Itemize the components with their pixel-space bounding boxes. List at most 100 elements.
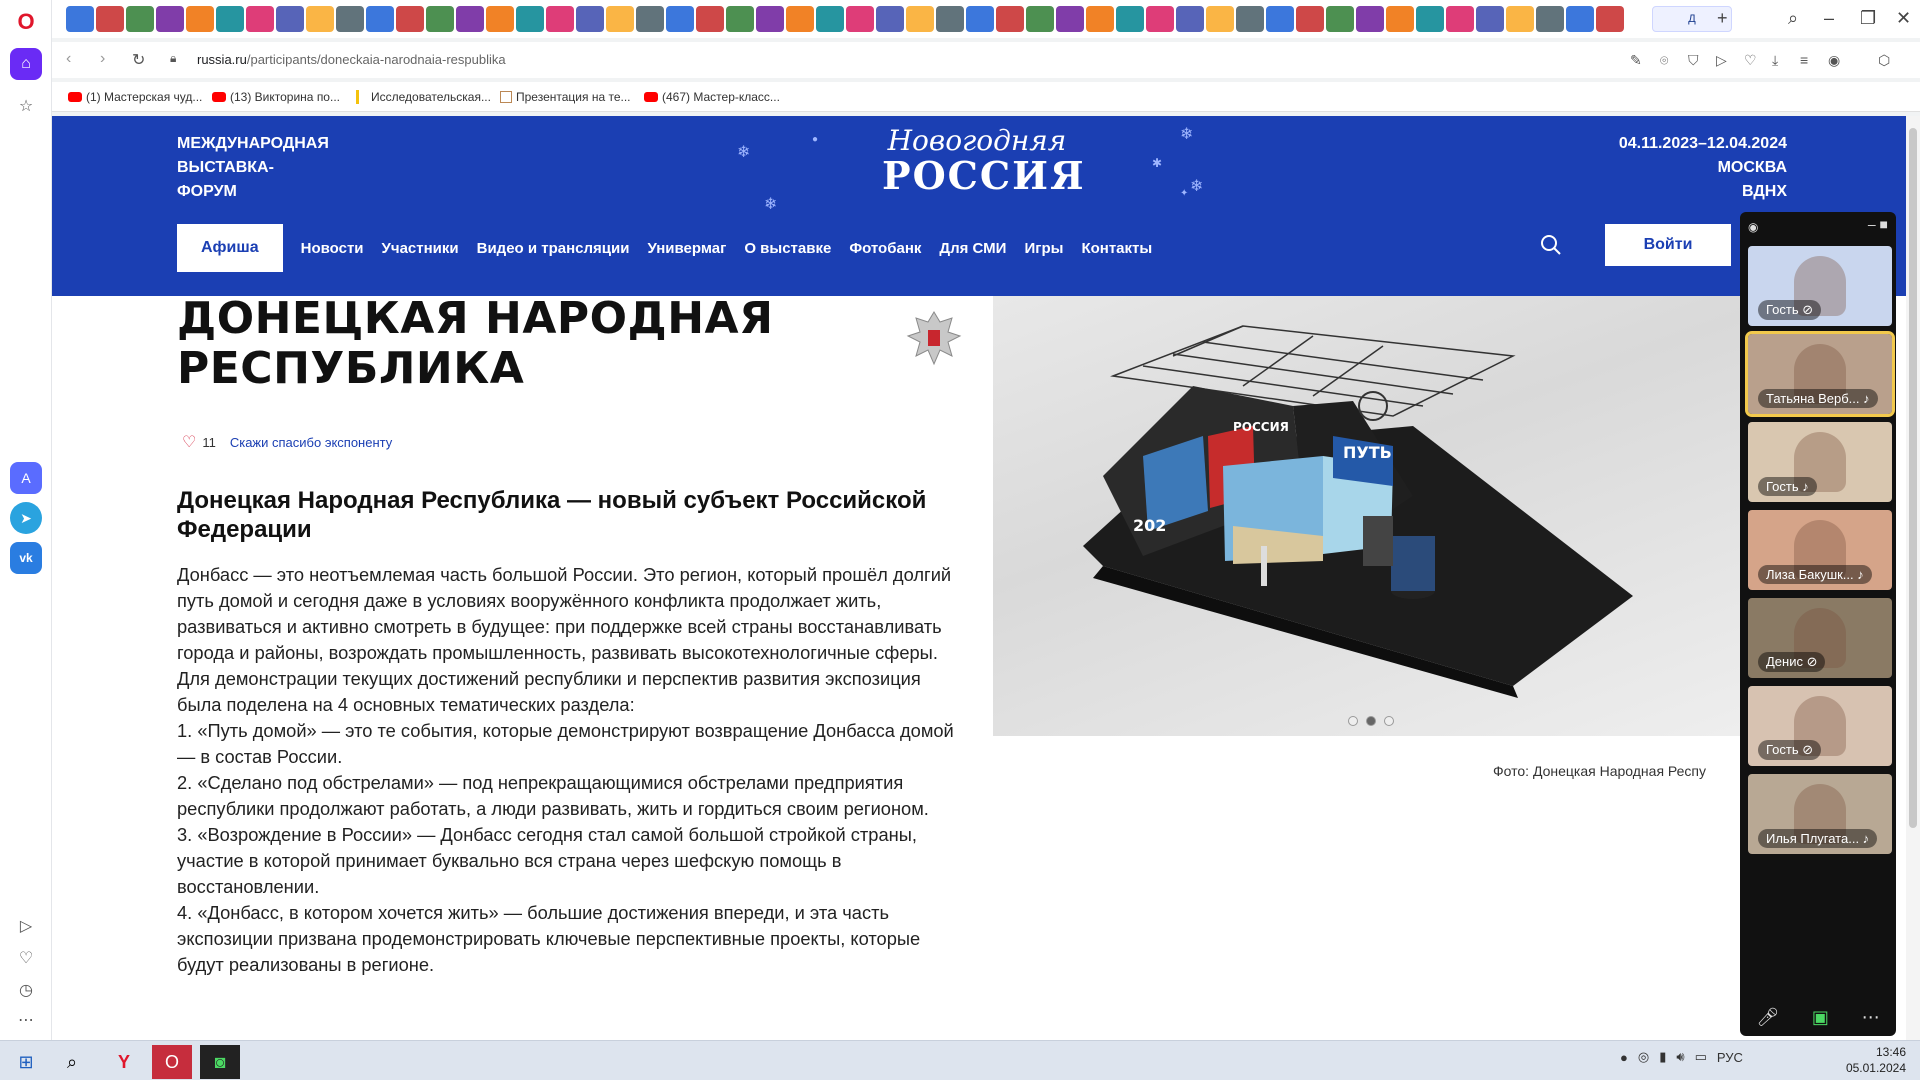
yandex-icon[interactable]: Y (104, 1045, 144, 1079)
carousel-dot-active[interactable] (1366, 716, 1376, 726)
tab[interactable] (936, 6, 964, 32)
tab[interactable] (1566, 6, 1594, 32)
vk-icon[interactable]: vk (10, 542, 42, 574)
site-logo[interactable]: Новогодняя РОССИЯ (882, 126, 1084, 196)
more-icon[interactable]: ⋯ (10, 1004, 42, 1036)
tab[interactable] (1356, 6, 1384, 32)
download-icon[interactable]: ⤓ (1772, 52, 1778, 69)
tab[interactable] (726, 6, 754, 32)
favorite-icon[interactable]: ♡ (1744, 52, 1757, 69)
windows-start-icon[interactable]: ⊞ (6, 1045, 46, 1079)
tab[interactable] (366, 6, 394, 32)
tab[interactable] (606, 6, 634, 32)
aria-icon[interactable]: A (10, 462, 42, 494)
scroll-thumb[interactable] (1909, 128, 1917, 828)
tab[interactable] (1266, 6, 1294, 32)
tab[interactable] (546, 6, 574, 32)
minimize-icon[interactable]: – (1824, 8, 1834, 29)
tab[interactable] (636, 6, 664, 32)
participant-tile[interactable]: Гость ♪ (1748, 422, 1892, 502)
clock[interactable]: 13:46 05.01.2024 (1846, 1044, 1906, 1076)
camera-app-icon[interactable]: ◙ (200, 1045, 240, 1079)
tab[interactable] (396, 6, 424, 32)
nav-item-photobank[interactable]: Фотобанк (849, 240, 921, 257)
tab[interactable] (1296, 6, 1324, 32)
tab[interactable] (1506, 6, 1534, 32)
close-icon[interactable]: ✕ (1896, 8, 1911, 29)
tab[interactable] (336, 6, 364, 32)
tab[interactable] (666, 6, 694, 32)
tab[interactable] (456, 6, 484, 32)
carousel-dot[interactable] (1348, 716, 1358, 726)
tray-icon[interactable]: ● (1620, 1050, 1628, 1065)
bookmark-item[interactable]: (467) Мастер-класс... (644, 90, 780, 104)
extensions-icon[interactable]: ⬡ (1878, 52, 1890, 69)
panel-controls[interactable]: – ■ (1868, 216, 1888, 232)
tray-icon[interactable]: ▮ (1659, 1049, 1666, 1065)
nav-item-contacts[interactable]: Контакты (1081, 240, 1152, 257)
network-icon[interactable]: ▭ (1695, 1049, 1707, 1065)
exhibit-photo[interactable]: РОССИЯ ПУТЬ 202 (993, 296, 1793, 736)
tab[interactable] (1536, 6, 1564, 32)
search-icon[interactable] (1540, 234, 1562, 256)
search-icon[interactable]: ⌕ (52, 1045, 92, 1079)
tab[interactable] (1236, 6, 1264, 32)
tab[interactable] (876, 6, 904, 32)
send-icon[interactable]: ▷ (1716, 52, 1727, 69)
tab[interactable] (906, 6, 934, 32)
call-app-icon[interactable]: ◉ (1748, 220, 1758, 234)
tab[interactable] (1386, 6, 1414, 32)
tab[interactable] (276, 6, 304, 32)
tab[interactable] (846, 6, 874, 32)
tab[interactable] (186, 6, 214, 32)
nav-item-about[interactable]: О выставке (744, 240, 831, 257)
tab[interactable] (156, 6, 184, 32)
back-icon[interactable]: ‹ (66, 50, 71, 68)
tab[interactable] (306, 6, 334, 32)
participant-tile[interactable]: Денис ⊘ (1748, 598, 1892, 678)
screen-share-icon[interactable]: ▣ (1812, 1007, 1829, 1028)
forward-icon[interactable]: › (100, 50, 105, 68)
tab[interactable] (1596, 6, 1624, 32)
participant-tile[interactable]: Татьяна Верб... ♪ (1745, 331, 1895, 417)
tab[interactable] (816, 6, 844, 32)
tab[interactable] (1116, 6, 1144, 32)
language-indicator[interactable]: РУС (1717, 1050, 1743, 1065)
tab[interactable] (576, 6, 604, 32)
search-tabs-icon[interactable]: ⌕ (1788, 8, 1798, 29)
menu-icon[interactable]: ≡ (1800, 52, 1808, 68)
tab[interactable] (66, 6, 94, 32)
nav-item-video[interactable]: Видео и трансляции (477, 240, 630, 257)
home-icon[interactable]: ⌂ (10, 48, 42, 80)
tab[interactable] (1056, 6, 1084, 32)
carousel-dot[interactable] (1384, 716, 1394, 726)
opera-logo-icon[interactable]: O (10, 6, 42, 38)
tab[interactable] (246, 6, 274, 32)
nav-item-news[interactable]: Новости (301, 240, 364, 257)
tab[interactable] (1476, 6, 1504, 32)
tab[interactable] (1206, 6, 1234, 32)
lock-icon[interactable]: 🔒︎ (170, 51, 176, 66)
tab[interactable] (516, 6, 544, 32)
page-scrollbar[interactable] (1906, 116, 1920, 1040)
tab[interactable] (1416, 6, 1444, 32)
profile-icon[interactable]: ◉ (1828, 52, 1840, 69)
tab[interactable] (996, 6, 1024, 32)
more-icon[interactable]: ⋯ (1862, 1007, 1880, 1028)
bookmark-item[interactable]: (1) Мастерская чуд... (68, 90, 202, 104)
camera-icon[interactable]: ⌾ (1660, 52, 1668, 69)
star-icon[interactable]: ☆ (10, 90, 42, 122)
thanks-link[interactable]: Скажи спасибо экспоненту (230, 435, 392, 450)
participant-tile[interactable]: Гость ⊘ (1748, 686, 1892, 766)
new-tab-icon[interactable]: + (1717, 8, 1728, 29)
login-button[interactable]: Войти (1605, 224, 1731, 266)
brand-left[interactable]: МЕЖДУНАРОДНАЯ ВЫСТАВКА- ФОРУМ (177, 132, 329, 204)
bookmark-item[interactable]: Исследовательская... (356, 90, 491, 104)
nav-item-afisha[interactable]: Афиша (177, 224, 283, 272)
heart-icon[interactable]: ♡ (10, 942, 42, 974)
tab[interactable] (1026, 6, 1054, 32)
nav-item-media[interactable]: Для СМИ (939, 240, 1006, 257)
reload-icon[interactable]: ↻ (132, 50, 145, 70)
tab[interactable] (966, 6, 994, 32)
telegram-icon[interactable]: ➤ (10, 502, 42, 534)
